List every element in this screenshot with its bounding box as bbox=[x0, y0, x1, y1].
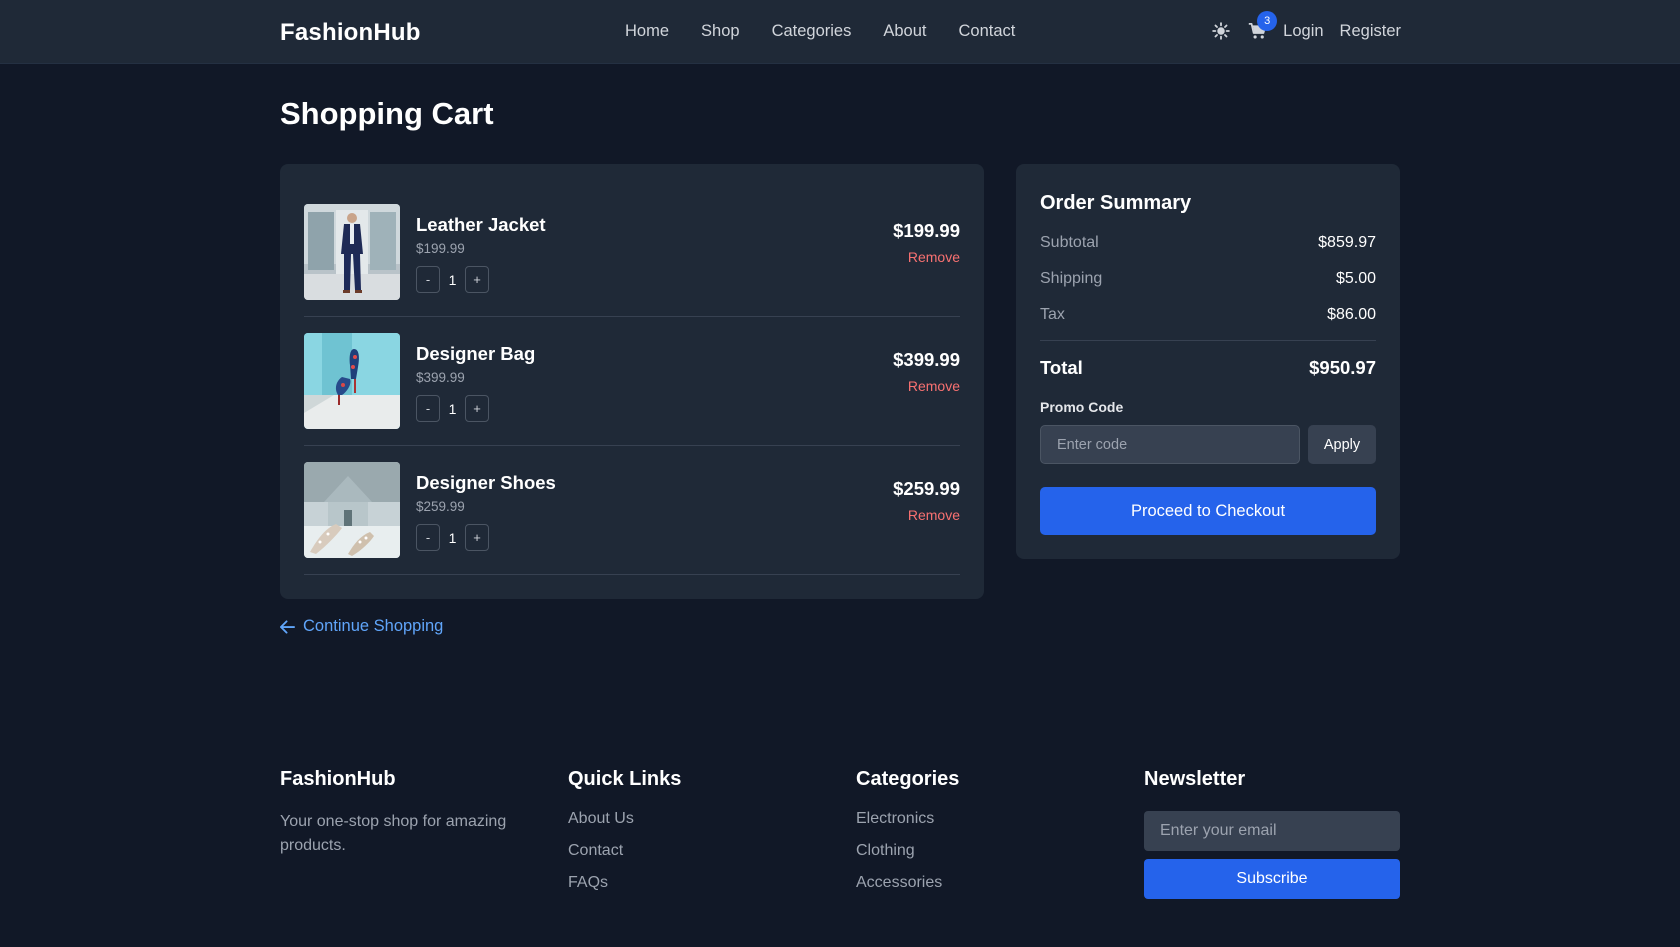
footer-newsletter: Newsletter Subscribe bbox=[1144, 768, 1400, 899]
nav-categories[interactable]: Categories bbox=[772, 22, 852, 41]
item-total-price: $259.99 bbox=[893, 478, 960, 499]
cart-item: Designer Bag $399.99 - 1 + $399.99 Remov… bbox=[304, 317, 960, 446]
decrement-button[interactable]: - bbox=[416, 266, 440, 293]
nav-about[interactable]: About bbox=[883, 22, 926, 41]
product-image[interactable] bbox=[304, 333, 400, 429]
quantity-stepper: - 1 + bbox=[416, 395, 489, 422]
main-nav: Home Shop Categories About Contact bbox=[625, 22, 1015, 41]
register-link[interactable]: Register bbox=[1340, 22, 1401, 41]
promo-code-label: Promo Code bbox=[1040, 399, 1124, 415]
footer-categories: Categories Electronics Clothing Accessor… bbox=[856, 768, 1112, 894]
footer-tagline: Your one-stop shop for amazing products. bbox=[280, 813, 507, 854]
product-image[interactable] bbox=[304, 462, 400, 558]
cart-button[interactable]: 3 bbox=[1247, 11, 1278, 42]
subtotal-value: $859.97 bbox=[1318, 234, 1376, 251]
brand-logo[interactable]: FashionHub bbox=[280, 19, 421, 47]
footer-link-clothing[interactable]: Clothing bbox=[856, 840, 1112, 862]
increment-button[interactable]: + bbox=[465, 395, 489, 422]
item-unit-price: $399.99 bbox=[416, 370, 465, 385]
tax-value: $86.00 bbox=[1327, 306, 1376, 323]
page-title: Shopping Cart bbox=[280, 96, 494, 131]
promo-code-input[interactable] bbox=[1040, 425, 1300, 464]
tax-row: Tax $86.00 bbox=[1040, 306, 1376, 324]
quantity-stepper: - 1 + bbox=[416, 524, 489, 551]
nav-contact[interactable]: Contact bbox=[958, 22, 1015, 41]
item-name[interactable]: Leather Jacket bbox=[416, 214, 546, 236]
subscribe-button[interactable]: Subscribe bbox=[1144, 859, 1400, 899]
arrow-left-icon bbox=[280, 619, 295, 634]
footer-about: FashionHub Your one-stop shop for amazin… bbox=[280, 768, 536, 858]
shipping-value: $5.00 bbox=[1335, 270, 1376, 287]
quick-links-title: Quick Links bbox=[568, 768, 682, 790]
site-header: FashionHub Home Shop Categories About Co… bbox=[0, 0, 1680, 64]
header-actions: 3 Login Register bbox=[1211, 11, 1401, 42]
shipping-label: Shipping bbox=[1040, 270, 1103, 287]
footer-link-faqs[interactable]: FAQs bbox=[568, 872, 824, 894]
remove-button[interactable]: Remove bbox=[908, 378, 960, 394]
increment-button[interactable]: + bbox=[465, 266, 489, 293]
footer-link-contact[interactable]: Contact bbox=[568, 840, 824, 862]
item-unit-price: $259.99 bbox=[416, 499, 465, 514]
nav-shop[interactable]: Shop bbox=[701, 22, 740, 41]
product-image[interactable] bbox=[304, 204, 400, 300]
checkout-button[interactable]: Proceed to Checkout bbox=[1040, 487, 1376, 535]
quantity-stepper: - 1 + bbox=[416, 266, 489, 293]
cart-item: Designer Shoes $259.99 - 1 + $259.99 Rem… bbox=[304, 446, 960, 575]
footer-link-about-us[interactable]: About Us bbox=[568, 808, 824, 830]
quantity-value: 1 bbox=[448, 271, 457, 288]
summary-title: Order Summary bbox=[1040, 192, 1192, 214]
newsletter-title: Newsletter bbox=[1144, 768, 1246, 790]
continue-shopping-label: Continue Shopping bbox=[303, 617, 444, 635]
nav-home[interactable]: Home bbox=[625, 22, 669, 41]
tax-label: Tax bbox=[1040, 306, 1065, 323]
order-summary: Order Summary Subtotal $859.97 Shipping … bbox=[1016, 164, 1400, 559]
categories-title: Categories bbox=[856, 768, 960, 790]
item-name[interactable]: Designer Bag bbox=[416, 343, 535, 365]
remove-button[interactable]: Remove bbox=[908, 507, 960, 523]
quantity-value: 1 bbox=[448, 400, 457, 417]
item-name[interactable]: Designer Shoes bbox=[416, 472, 556, 494]
subtotal-label: Subtotal bbox=[1040, 234, 1099, 251]
summary-divider bbox=[1040, 340, 1376, 341]
decrement-button[interactable]: - bbox=[416, 395, 440, 422]
sun-icon bbox=[1212, 22, 1230, 40]
total-label: Total bbox=[1040, 357, 1083, 378]
apply-promo-button[interactable]: Apply bbox=[1308, 425, 1376, 464]
theme-toggle-button[interactable] bbox=[1211, 20, 1231, 42]
footer-link-accessories[interactable]: Accessories bbox=[856, 872, 1112, 894]
quantity-value: 1 bbox=[448, 529, 457, 546]
newsletter-email-input[interactable] bbox=[1144, 811, 1400, 851]
increment-button[interactable]: + bbox=[465, 524, 489, 551]
footer-brand: FashionHub bbox=[280, 768, 396, 790]
cart-count-badge: 3 bbox=[1257, 11, 1278, 31]
footer-link-electronics[interactable]: Electronics bbox=[856, 808, 1112, 830]
shipping-row: Shipping $5.00 bbox=[1040, 270, 1376, 288]
continue-shopping-link[interactable]: Continue Shopping bbox=[280, 617, 443, 636]
decrement-button[interactable]: - bbox=[416, 524, 440, 551]
remove-button[interactable]: Remove bbox=[908, 249, 960, 265]
cart-item: Leather Jacket $199.99 - 1 + $199.99 Rem… bbox=[304, 188, 960, 317]
total-row: Total $950.97 bbox=[1040, 357, 1376, 379]
item-total-price: $199.99 bbox=[893, 220, 960, 241]
item-unit-price: $199.99 bbox=[416, 241, 465, 256]
total-value: $950.97 bbox=[1309, 357, 1376, 378]
login-link[interactable]: Login bbox=[1283, 22, 1323, 41]
subtotal-row: Subtotal $859.97 bbox=[1040, 234, 1376, 252]
footer-quick-links: Quick Links About Us Contact FAQs bbox=[568, 768, 824, 894]
item-total-price: $399.99 bbox=[893, 349, 960, 370]
cart-panel: Leather Jacket $199.99 - 1 + $199.99 Rem… bbox=[280, 164, 984, 599]
